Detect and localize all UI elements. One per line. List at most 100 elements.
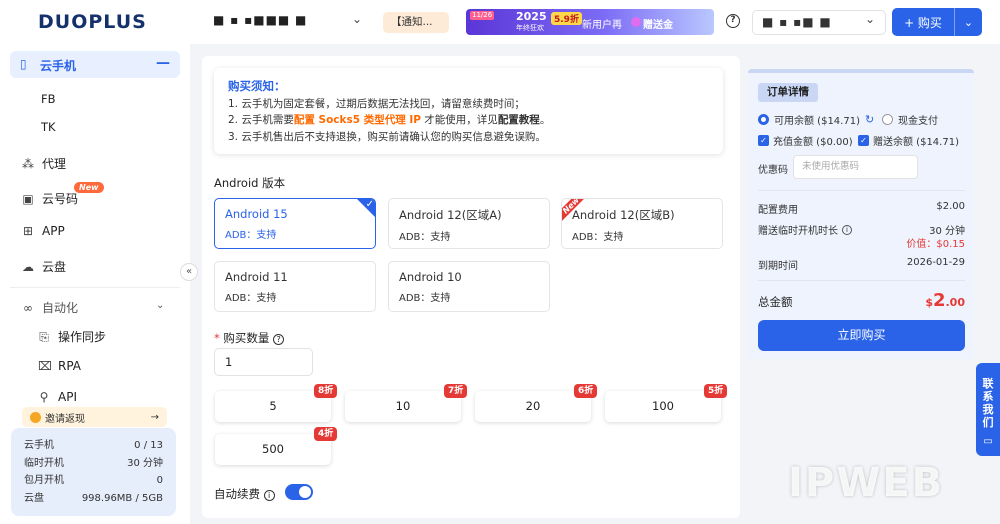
quota-value: 30 分钟 bbox=[127, 457, 163, 469]
radio-selected bbox=[758, 114, 769, 125]
watermark: IPWEB bbox=[788, 460, 945, 506]
sidebar-item-label: 操作同步 bbox=[58, 330, 107, 344]
divider bbox=[758, 190, 965, 191]
config-fee-value: $2.00 bbox=[936, 201, 965, 212]
chevron-down-icon[interactable]: ⌄ bbox=[352, 12, 362, 26]
quota-value: 0 / 13 bbox=[134, 440, 163, 451]
expire-label: 到期时间 bbox=[758, 261, 798, 272]
version-option-android-15[interactable]: Android 15 ADB：支持 ✓ bbox=[214, 198, 376, 249]
version-name: Android 10 bbox=[399, 270, 462, 284]
version-option-android-11[interactable]: Android 11 ADB：支持 bbox=[214, 261, 376, 312]
grid-icon: ⊞ bbox=[22, 224, 34, 238]
divider bbox=[758, 280, 965, 281]
version-adb: ADB：支持 bbox=[399, 232, 451, 243]
pay-balance-option[interactable]: 可用余额 ($14.71) ↻ bbox=[758, 112, 874, 127]
pay-cash-option[interactable]: 现金支付 bbox=[882, 112, 938, 127]
temp-boot-label: 赠送临时开机时长 bbox=[758, 226, 838, 237]
buy-button[interactable]: + 购买 ⌄ bbox=[892, 8, 982, 36]
quantity-label-row: * 购买数量 ? bbox=[214, 330, 285, 346]
gift-balance-label: 赠送余额 ($14.71) bbox=[873, 137, 959, 148]
sidebar-item-fb[interactable]: FB bbox=[41, 92, 56, 106]
chevron-down-icon[interactable]: ⌄ bbox=[156, 300, 164, 311]
buy-button-label: + 购买 bbox=[904, 15, 942, 30]
quota-row: 云手机 0 / 13 bbox=[24, 437, 163, 455]
discount-badge: 8折 bbox=[314, 384, 338, 398]
check-icon: ✓ bbox=[365, 199, 374, 210]
discount-badge: 6折 bbox=[574, 384, 598, 398]
quota-value: 998.96MB / 5GB bbox=[81, 492, 163, 504]
recharge-checkbox[interactable]: ✓ 充值金额 ($0.00) bbox=[758, 133, 853, 148]
sidebar-item-cloud-disk[interactable]: ☁ 云盘 bbox=[22, 258, 66, 275]
sidebar-item-label: 代理 bbox=[42, 157, 67, 171]
api-icon: ⚲ bbox=[39, 390, 49, 404]
quota-label: 包月开机 bbox=[24, 475, 64, 486]
brand-logo[interactable]: DUOPLUS bbox=[38, 11, 147, 33]
quota-row: 包月开机 0 bbox=[24, 472, 163, 490]
buy-now-button[interactable]: 立即购买 bbox=[758, 320, 965, 351]
quota-label: 云盘 bbox=[24, 492, 44, 504]
user-menu[interactable]: ■ ▪ ▪■ ■ ⌄ bbox=[752, 10, 886, 35]
version-adb: ADB：支持 bbox=[225, 230, 277, 241]
sidebar-item-api[interactable]: ⚲ API bbox=[38, 390, 77, 404]
temp-boot-row: 赠送临时开机时长 i bbox=[758, 222, 852, 237]
cash-pay-label: 现金支付 bbox=[898, 116, 938, 127]
sidebar-item-cloud-number[interactable]: ▣ 云号码 bbox=[22, 190, 78, 207]
help-icon[interactable]: ? bbox=[273, 334, 285, 345]
collapse-minus-icon[interactable]: — bbox=[156, 55, 170, 71]
config-fee-label: 配置费用 bbox=[758, 205, 798, 216]
infinity-icon: ∞ bbox=[23, 300, 33, 315]
avail-balance-label: 可用余额 ($14.71) bbox=[774, 116, 860, 127]
sidebar-item-op-sync[interactable]: ⎘ 操作同步 bbox=[38, 328, 106, 345]
notice-pill[interactable]: 【通知... bbox=[383, 12, 449, 33]
sidebar-item-rpa[interactable]: ⌧ RPA bbox=[38, 359, 81, 373]
banner-promo: 5.9折 bbox=[551, 12, 582, 25]
version-adb: ADB：支持 bbox=[399, 293, 451, 304]
banner-gift: 赠送金 bbox=[643, 20, 673, 31]
sidebar-item-label: API bbox=[58, 390, 77, 404]
notice-line: 1. 云手机为固定套餐，过期后数据无法找回，请留意续费时间； bbox=[228, 97, 525, 110]
promo-banner[interactable]: 11/26 2025 年终狂欢 5.9折 新用户再 赠送金 bbox=[466, 9, 714, 35]
sidebar-item-label: 云手机 bbox=[40, 59, 77, 73]
sidebar-item-cloud-phone[interactable]: ▯ 云手机 — bbox=[10, 51, 180, 78]
coin-icon bbox=[30, 411, 41, 423]
quota-panel: 云手机 0 / 13 临时开机 30 分钟 包月开机 0 云盘 998.96MB / 5… bbox=[11, 428, 176, 516]
contact-us-button[interactable]: 联系我们 ▭ bbox=[976, 363, 1000, 456]
chevron-down-icon[interactable]: ⌄ bbox=[955, 16, 982, 29]
purchase-notice: 购买须知： 1. 云手机为固定套餐，过期后数据无法找回，请留意续费时间； 2. … bbox=[214, 68, 723, 154]
config-tutorial-link[interactable]: 配置教程 bbox=[498, 114, 540, 126]
user-name: ■ ▪ ▪■ ■ bbox=[762, 15, 832, 29]
sidebar-item-label: RPA bbox=[58, 359, 82, 373]
version-name: Android 11 bbox=[225, 270, 288, 284]
gift-balance-checkbox[interactable]: ✓ 赠送余额 ($14.71) bbox=[858, 133, 959, 148]
version-name: Android 15 bbox=[225, 207, 288, 221]
notice-line: 3. 云手机售出后不支持退换，购买前请确认您的购买信息避免误购。 bbox=[228, 130, 546, 143]
chat-icon: ▭ bbox=[983, 436, 993, 447]
version-option-android-10[interactable]: Android 10 ADB：支持 bbox=[388, 261, 550, 312]
info-icon[interactable]: i bbox=[842, 224, 852, 235]
banner-text: 新用户再 bbox=[582, 20, 622, 31]
sidebar-item-tk[interactable]: TK bbox=[41, 120, 56, 134]
sidebar-collapse-button[interactable]: « bbox=[180, 263, 198, 281]
order-title: 订单详情 bbox=[758, 83, 818, 102]
quantity-label: 购买数量 bbox=[223, 331, 270, 345]
discount-badge: 5折 bbox=[704, 384, 728, 398]
sidebar-item-proxy[interactable]: ⁂ 代理 bbox=[22, 155, 66, 172]
invite-banner[interactable]: 邀请返现 → bbox=[22, 407, 167, 427]
version-option-android-12a[interactable]: Android 12(区域A) ADB：支持 bbox=[388, 198, 550, 249]
version-option-android-12b[interactable]: Android 12(区域B) ADB：支持 New bbox=[561, 198, 723, 249]
account-selector[interactable]: ■ ▪ ▪■■■ ■ bbox=[213, 13, 307, 27]
phone-icon: ▯ bbox=[20, 57, 27, 71]
divider bbox=[10, 287, 180, 288]
info-icon[interactable]: i bbox=[263, 490, 275, 501]
coupon-input[interactable]: 未使用优惠码 bbox=[793, 155, 918, 179]
help-icon[interactable]: ? bbox=[726, 14, 740, 28]
auto-renew-toggle[interactable] bbox=[285, 484, 313, 500]
discount-badge: 4折 bbox=[314, 427, 338, 441]
temp-boot-price: 价值：$0.15 bbox=[906, 239, 965, 250]
sim-icon: ▣ bbox=[22, 191, 34, 206]
sidebar-item-automation[interactable]: ∞ 自动化 bbox=[22, 299, 78, 316]
refresh-icon[interactable]: ↻ bbox=[865, 113, 874, 126]
sidebar-item-app[interactable]: ⊞ APP bbox=[22, 224, 65, 238]
version-adb: ADB：支持 bbox=[225, 293, 277, 304]
quantity-input[interactable]: 1 bbox=[214, 348, 313, 376]
